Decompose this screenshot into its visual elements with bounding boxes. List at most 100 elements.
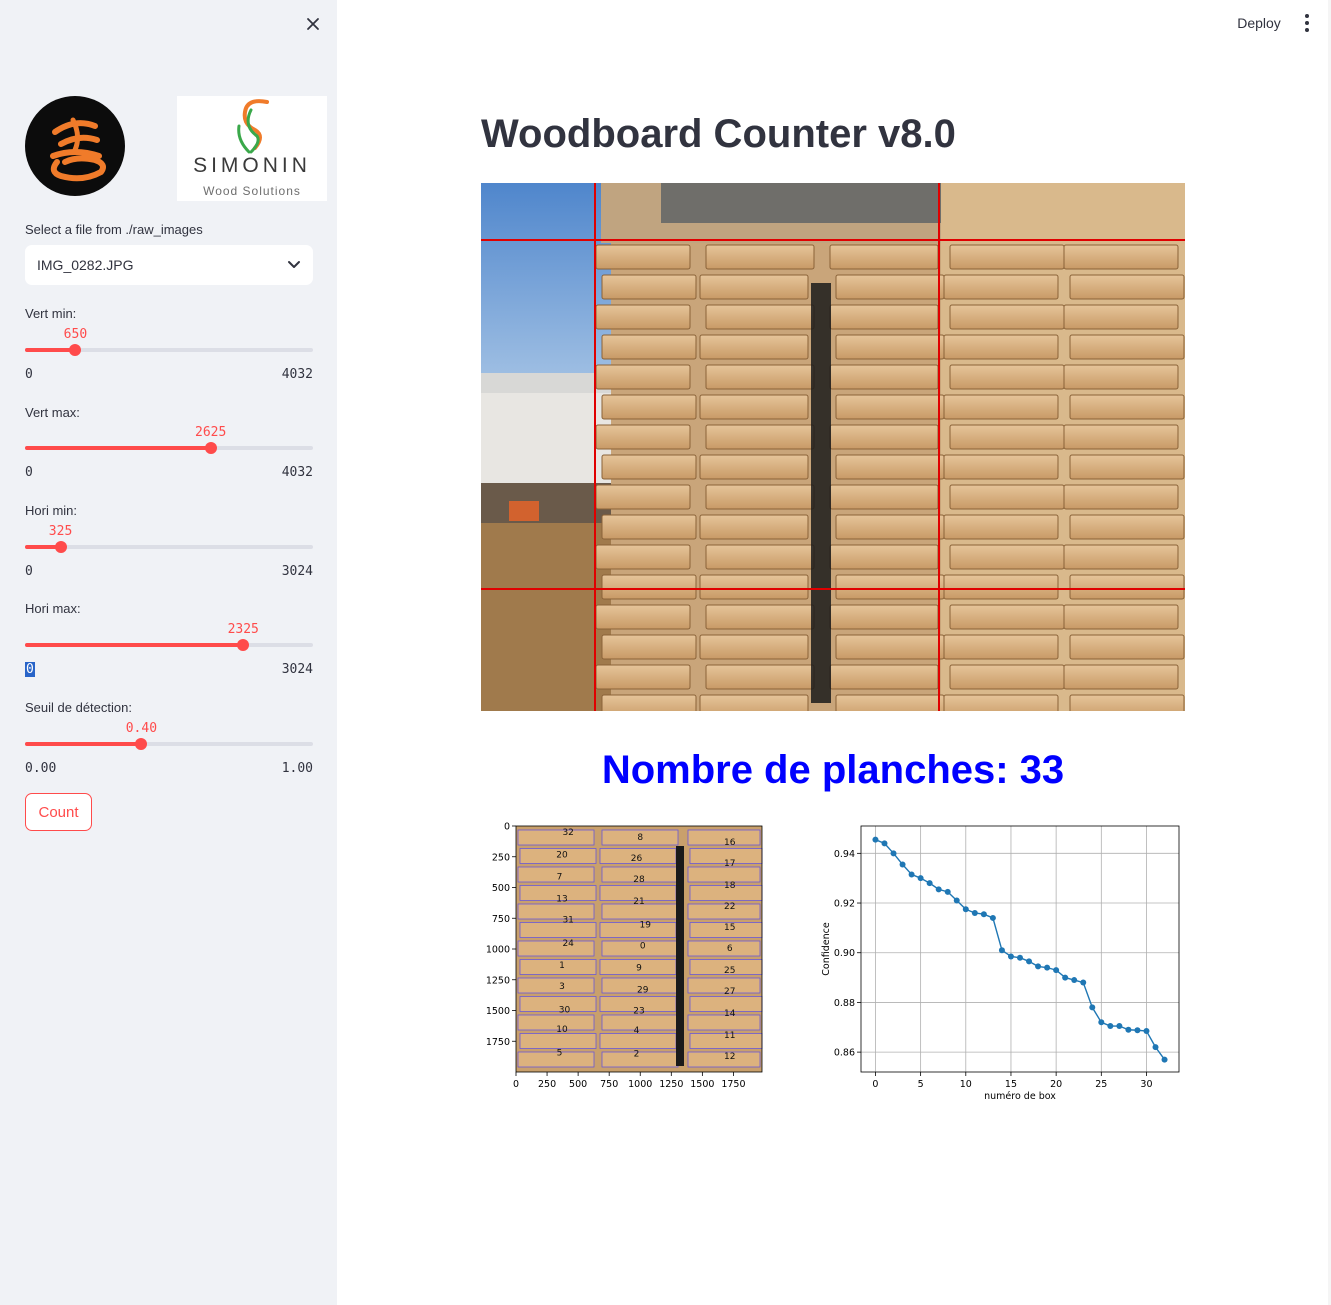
photo-board	[1063, 664, 1179, 690]
photo-board	[829, 484, 939, 510]
threshold-slider[interactable]: 0.40 0.00 1.00	[25, 721, 313, 781]
confidence-point	[998, 947, 1005, 954]
box-label: 13	[556, 895, 567, 905]
file-select[interactable]: IMG_0282.JPG	[25, 245, 313, 285]
confidence-point	[1152, 1044, 1159, 1051]
confidence-point	[953, 897, 960, 904]
x-tick-label: 750	[600, 1079, 618, 1090]
y-tick-label: 1750	[486, 1037, 510, 1048]
confidence-point	[881, 840, 888, 847]
kebab-dot	[1305, 21, 1309, 25]
photo-board	[829, 364, 939, 390]
photo-board	[829, 304, 939, 330]
photo-board	[595, 424, 691, 450]
photo-board	[943, 454, 1059, 480]
photo-board	[601, 454, 697, 480]
photo-board	[943, 574, 1059, 600]
x-tick-label: 0	[513, 1079, 519, 1090]
slider-fill	[25, 742, 142, 746]
count-button[interactable]: Count	[25, 793, 92, 831]
slider-thumb[interactable]	[54, 541, 67, 553]
detection-box	[517, 903, 595, 920]
detection-box	[687, 866, 761, 883]
app-logo	[25, 96, 125, 196]
photo-board	[699, 454, 809, 480]
main-menu-button[interactable]	[1297, 10, 1317, 36]
hori-min-label: Hori min:	[25, 503, 78, 518]
plot-area	[861, 826, 1179, 1072]
slider-thumb[interactable]	[204, 442, 217, 454]
y-tick-label: 1250	[486, 975, 510, 986]
photo-board	[943, 514, 1059, 540]
photo-board	[949, 604, 1065, 630]
photo-board	[705, 424, 815, 450]
box-label: 5	[557, 1048, 563, 1058]
photo-board	[829, 604, 939, 630]
confidence-point	[1134, 1027, 1141, 1034]
y-axis-label: Confidence	[821, 922, 832, 976]
photo-board	[835, 274, 945, 300]
x-tick-label: 1000	[628, 1079, 652, 1090]
close-icon	[307, 18, 319, 30]
confidence-point	[971, 909, 978, 916]
slider-fill	[25, 643, 244, 647]
photo-board	[705, 544, 815, 570]
box-label: 11	[724, 1031, 735, 1041]
photo-board	[1063, 484, 1179, 510]
slider-value: 2325	[227, 622, 259, 637]
photo-board	[705, 664, 815, 690]
photo-board	[829, 244, 939, 270]
x-tick-label: 0	[872, 1079, 878, 1090]
box-label: 8	[637, 833, 643, 843]
y-tick-label: 500	[492, 883, 510, 894]
photo-board	[1069, 514, 1185, 540]
vert-min-slider[interactable]: 650 0 4032	[25, 327, 313, 387]
box-label: 22	[724, 902, 735, 912]
slider-min: 0.00	[25, 761, 57, 776]
slider-fill	[25, 348, 76, 352]
slider-thumb[interactable]	[135, 738, 148, 750]
box-label: 30	[559, 1005, 571, 1015]
x-tick-label: 1250	[659, 1079, 683, 1090]
deploy-button[interactable]: Deploy	[1228, 10, 1290, 36]
slider-value: 2625	[195, 425, 227, 440]
photo-board	[1063, 424, 1179, 450]
photo-board	[1063, 604, 1179, 630]
box-label: 14	[724, 1009, 736, 1019]
confidence-point	[1116, 1023, 1123, 1030]
box-label: 18	[724, 881, 736, 891]
box-label: 2	[634, 1050, 640, 1060]
photo-board	[835, 334, 945, 360]
photo-board	[595, 364, 691, 390]
box-label: 24	[562, 939, 574, 949]
vert-max-slider[interactable]: 2625 0 4032	[25, 425, 313, 485]
photo-boards	[595, 244, 1185, 711]
slider-thumb[interactable]	[69, 344, 82, 356]
box-label: 7	[557, 872, 563, 882]
hori-max-slider[interactable]: 2325 0 3024	[25, 622, 313, 682]
detection-box	[687, 940, 761, 957]
confidence-point	[872, 836, 879, 843]
close-sidebar-button[interactable]	[302, 13, 324, 35]
detection-box	[517, 940, 595, 957]
x-tick-label: 25	[1095, 1079, 1107, 1090]
box-label: 17	[724, 859, 735, 869]
slider-min: 0	[25, 662, 35, 677]
detection-box	[519, 1033, 597, 1049]
logo-sub-text: Wood Solutions	[203, 184, 301, 198]
detection-box	[517, 977, 595, 994]
box-label: 19	[639, 920, 651, 930]
board-count-heading: Nombre de planches: 33	[601, 748, 1065, 792]
photo-board	[943, 334, 1059, 360]
confidence-point	[1089, 1004, 1096, 1011]
slider-thumb[interactable]	[237, 639, 250, 651]
photo-board	[943, 634, 1059, 660]
box-label: 27	[724, 987, 735, 997]
box-label: 10	[556, 1025, 568, 1035]
vert-min-label: Vert min:	[25, 306, 77, 321]
photo-board	[1063, 364, 1179, 390]
photo-board	[699, 634, 809, 660]
photo-board	[829, 544, 939, 570]
hori-min-slider[interactable]: 325 0 3024	[25, 524, 313, 584]
photo-board	[1069, 394, 1185, 420]
